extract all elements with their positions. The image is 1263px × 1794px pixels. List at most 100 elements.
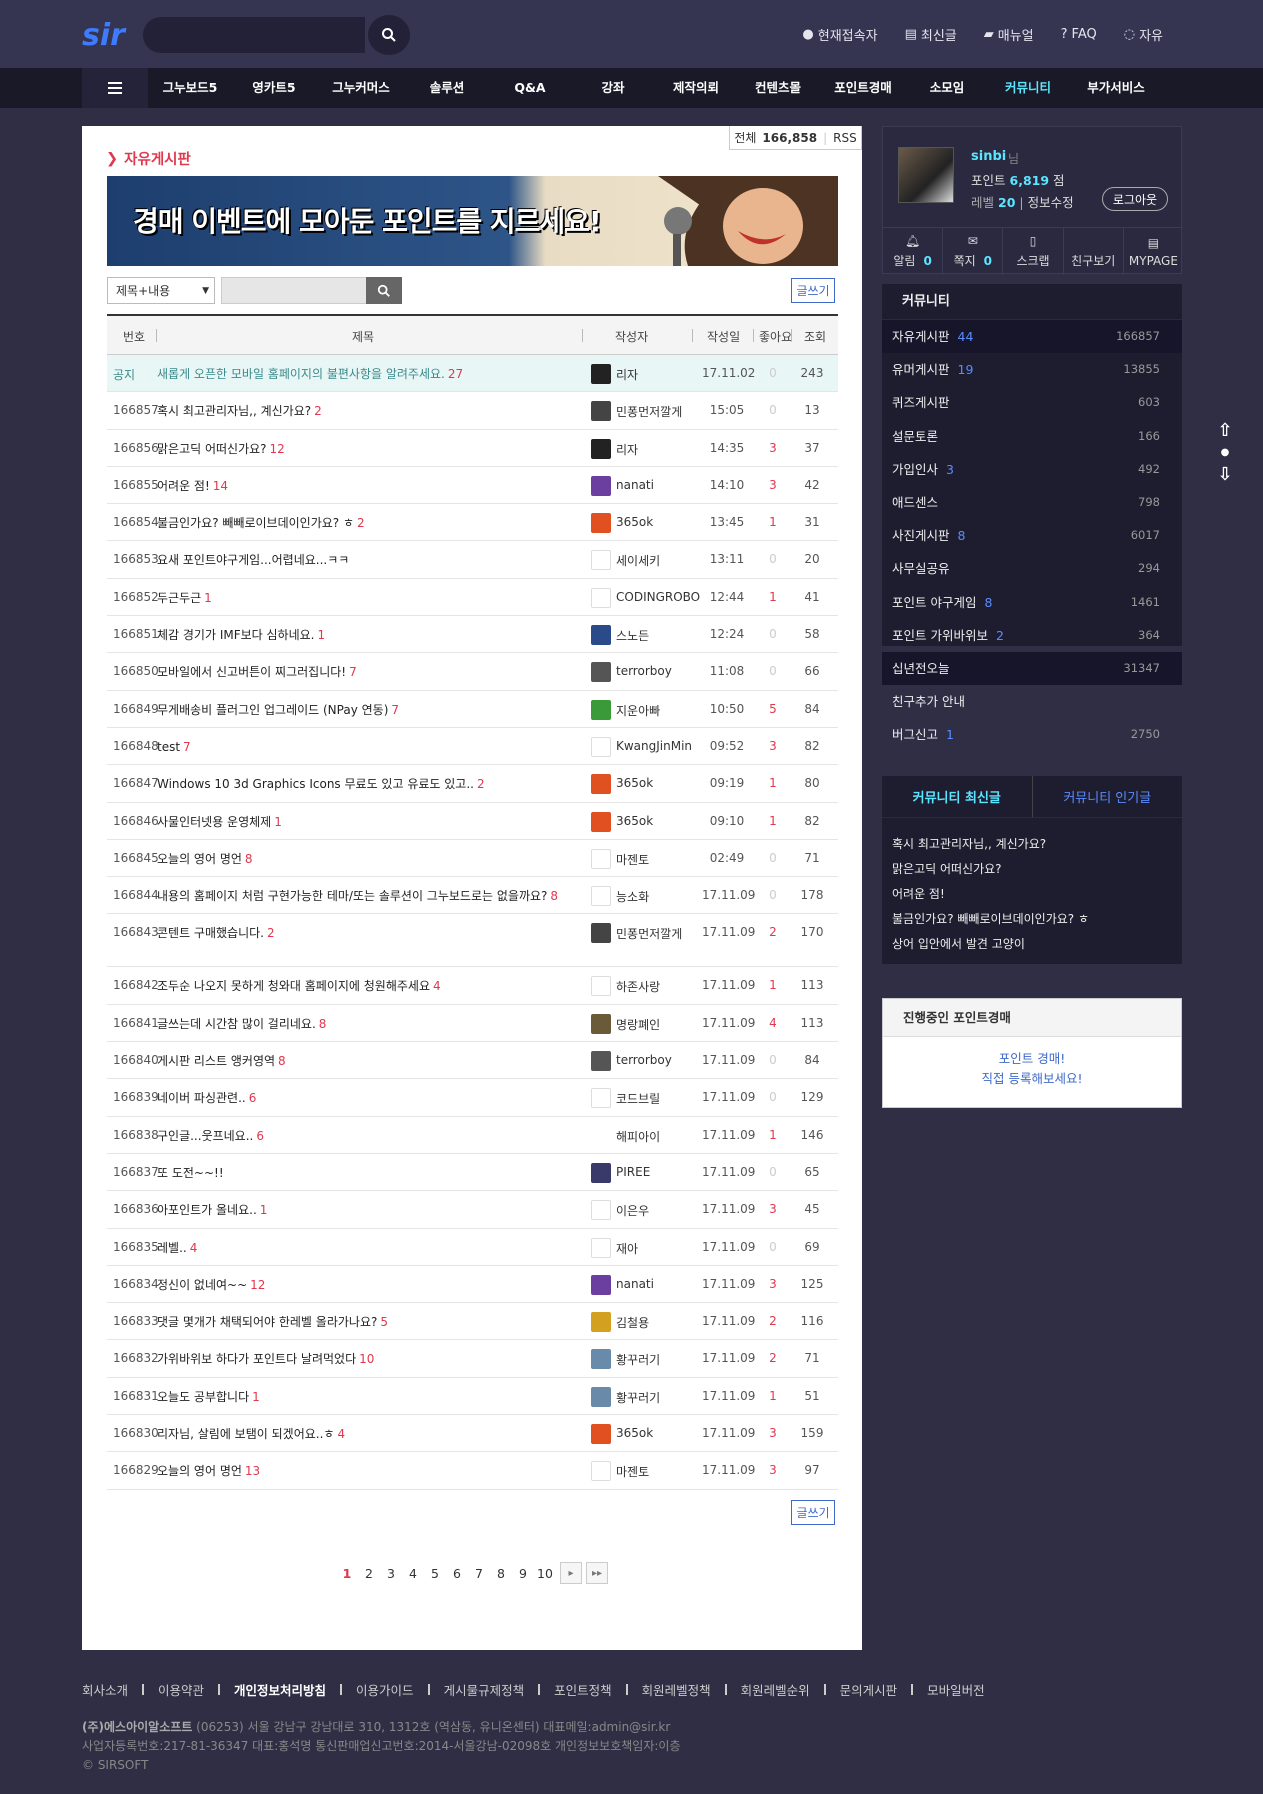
post-writer[interactable]: 365ok xyxy=(616,1426,653,1440)
latest-link[interactable]: ▤ 최신글 xyxy=(905,25,957,44)
footer-link[interactable]: 이용약관 xyxy=(158,1680,204,1699)
post-writer[interactable]: nanati xyxy=(616,1277,654,1291)
notification-shortcut[interactable]: 🔔︎ 알림 0 xyxy=(883,228,944,275)
post-writer[interactable]: 재아 xyxy=(616,1240,638,1257)
nav-gnucommerce[interactable]: 그누커머스 xyxy=(316,68,406,108)
sir-logo[interactable]: sir xyxy=(82,17,128,53)
tab-latest[interactable]: 커뮤니티 최신글 xyxy=(882,776,1032,817)
post-writer[interactable]: 365ok xyxy=(616,776,653,790)
footer-link[interactable]: 모바일버전 xyxy=(927,1680,985,1699)
post-writer[interactable]: 황꾸러기 xyxy=(616,1351,660,1368)
post-writer[interactable]: 민퐁먼저깔게 xyxy=(616,403,682,420)
table-row[interactable]: 166857 혹시 최고관리자님,, 계신가요? 2 민퐁먼저깔게 15:05 0 13 xyxy=(107,392,838,430)
mypage-shortcut[interactable]: ▤ MYPAGE xyxy=(1124,228,1183,275)
manual-link[interactable]: ▰ 매뉴얼 xyxy=(984,25,1034,44)
table-row[interactable]: 166853 요새 포인트야구게임...어렵네요...ㅋㅋ 세이세키 13:11 0 20 xyxy=(107,541,838,579)
post-subject[interactable]: 어려운 점! 14 xyxy=(157,478,567,494)
post-writer[interactable]: 지운아빠 xyxy=(616,702,660,719)
page-link[interactable]: 4 xyxy=(402,1566,424,1581)
post-writer[interactable]: terrorboy xyxy=(616,664,672,678)
table-row[interactable]: 166834 정신이 없네여~~ 12 nanati 17.11.09 3 125 xyxy=(107,1266,838,1304)
write-button-top[interactable]: 글쓰기 xyxy=(791,278,835,303)
community-item[interactable]: 유머게시판 19 13855 xyxy=(882,353,1182,386)
post-subject[interactable]: 글쓰는데 시간참 많이 걸리네요. 8 xyxy=(157,1016,567,1032)
community-item[interactable]: 사무실공유 294 xyxy=(882,552,1182,585)
community-item[interactable]: 가입인사 3 492 xyxy=(882,453,1182,486)
nav-youngcart5[interactable]: 영카트5 xyxy=(232,68,316,108)
post-subject[interactable]: 사물인터넷용 운영체제 1 xyxy=(157,814,567,830)
community-item[interactable]: 십년전오늘 31347 xyxy=(882,651,1182,686)
community-item[interactable]: 버그신고 1 2750 xyxy=(882,718,1182,751)
post-subject[interactable]: 게시판 리스트 앵커영역 8 xyxy=(157,1053,567,1069)
board-title[interactable]: ❯ 자유게시판 xyxy=(106,148,191,169)
post-writer[interactable]: 마젠토 xyxy=(616,851,649,868)
post-subject[interactable]: 댓글 몇개가 채택되어야 한레벨 올라가나요? 5 xyxy=(157,1314,567,1330)
table-row[interactable]: 166851 체감 경기가 IMF보다 심하네요. 1 스노든 12:24 0 58 xyxy=(107,616,838,654)
post-subject[interactable]: 오늘의 영어 명언 13 xyxy=(157,1463,567,1479)
post-writer[interactable]: 능소화 xyxy=(616,888,649,905)
scrap-shortcut[interactable]: ▯ 스크랩 xyxy=(1003,228,1064,275)
table-row[interactable]: 166841 글쓰는데 시간참 많이 걸리네요. 8 명랑폐인 17.11.09 4 113 xyxy=(107,1005,838,1043)
nav-extra-services[interactable]: 부가서비스 xyxy=(1070,68,1162,108)
community-item[interactable]: 친구추가 안내 xyxy=(882,685,1182,718)
page-link[interactable]: 2 xyxy=(358,1566,380,1581)
post-writer[interactable]: KwangJinMin xyxy=(616,739,692,753)
nav-request[interactable]: 제작의뢰 xyxy=(654,68,738,108)
table-row[interactable]: 166839 네이버 파싱관련.. 6 코드브릴 17.11.09 0 129 xyxy=(107,1079,838,1117)
search-field-select[interactable]: 제목+내용 ▼ xyxy=(107,277,215,304)
col-date[interactable]: 작성일 xyxy=(707,328,740,345)
post-subject[interactable]: 혹시 최고관리자님,, 계신가요? 2 xyxy=(157,403,567,419)
write-button-bottom[interactable]: 글쓰기 xyxy=(791,1500,835,1525)
page-link[interactable]: 9 xyxy=(512,1566,534,1581)
post-subject[interactable]: 모바일에서 신고버튼이 찌그러집니다! 7 xyxy=(157,664,567,680)
post-subject[interactable]: 정신이 없네여~~ 12 xyxy=(157,1277,567,1293)
table-row[interactable]: 166843 콘텐트 구매했습니다. 2 민퐁먼저깔게 17.11.09 2 170 xyxy=(107,914,838,968)
search-button[interactable] xyxy=(368,15,410,55)
page-link[interactable]: 7 xyxy=(468,1566,490,1581)
auction-register-link[interactable]: 포인트 경매! 직접 등록해보세요! xyxy=(883,1037,1181,1089)
post-subject[interactable]: test 7 xyxy=(157,739,567,755)
table-row[interactable]: 166845 오늘의 영어 명언 8 마젠토 02:49 0 71 xyxy=(107,840,838,878)
post-writer[interactable]: 리자 xyxy=(616,366,638,383)
post-writer[interactable]: 스노든 xyxy=(616,627,649,644)
nav-community[interactable]: 커뮤니티 xyxy=(986,68,1070,108)
footer-link[interactable]: 게시물규제정책 xyxy=(444,1680,525,1699)
latest-post-link[interactable]: 어려운 점! xyxy=(892,882,1172,907)
post-writer[interactable]: PIREE xyxy=(616,1165,650,1179)
table-row[interactable]: 166849 무게배송비 플러그인 업그레이드 (NPay 연동) 7 지운아빠 10:… xyxy=(107,691,838,728)
post-subject[interactable]: 아포인트가 올네요.. 1 xyxy=(157,1202,567,1218)
event-banner[interactable]: 경매 이벤트에 모아둔 포인트를 지르세요! xyxy=(107,176,838,266)
logout-button[interactable]: 로그아웃 xyxy=(1102,187,1168,211)
nav-club[interactable]: 소모임 xyxy=(908,68,986,108)
edit-profile-link[interactable]: 정보수정 xyxy=(1028,195,1074,210)
post-writer[interactable]: nanati xyxy=(616,478,654,492)
search-input[interactable] xyxy=(143,17,365,53)
latest-post-link[interactable]: 맑은고딕 어떠신가요? xyxy=(892,857,1172,882)
post-subject[interactable]: 체감 경기가 IMF보다 심하네요. 1 xyxy=(157,627,567,643)
nav-point-auction[interactable]: 포인트경매 xyxy=(818,68,908,108)
post-writer[interactable]: 민퐁먼저깔게 xyxy=(616,925,682,942)
post-subject[interactable]: 가위바위보 하다가 포인트다 날려먹었다 10 xyxy=(157,1351,567,1367)
post-subject[interactable]: 네이버 파싱관련.. 6 xyxy=(157,1090,567,1106)
table-row[interactable]: 166852 두근두근 1 CODINGROBO 12:44 1 41 xyxy=(107,579,838,617)
footer-link[interactable]: 문의게시판 xyxy=(840,1680,898,1699)
table-row[interactable]: 166847 Windows 10 3d Graphics Icons 무료도 있… xyxy=(107,765,838,803)
post-subject[interactable]: 내용의 홈페이지 처럼 구현가능한 테마/또는 솔루션이 그누보드로는 없을까요… xyxy=(157,888,567,904)
post-writer[interactable]: 365ok xyxy=(616,814,653,828)
post-writer[interactable]: 명랑폐인 xyxy=(616,1016,660,1033)
table-row[interactable]: 166855 어려운 점! 14 nanati 14:10 3 42 xyxy=(107,467,838,505)
post-subject[interactable]: 구인글...웃프네요.. 6 xyxy=(157,1128,567,1144)
post-subject[interactable]: 레벨.. 4 xyxy=(157,1240,567,1256)
post-writer[interactable]: 황꾸러기 xyxy=(616,1389,660,1406)
nav-gnuboard5[interactable]: 그누보드5 xyxy=(148,68,232,108)
table-row[interactable]: 166831 오늘도 공부합니다 1 황꾸러기 17.11.09 1 51 xyxy=(107,1378,838,1416)
table-row[interactable]: 166837 또 도전~~!! PIREE 17.11.09 0 65 xyxy=(107,1154,838,1192)
footer-link[interactable]: 회사소개 xyxy=(82,1680,128,1699)
post-subject[interactable]: 요새 포인트야구게임...어렵네요...ㅋㅋ xyxy=(157,552,567,568)
post-writer[interactable]: 365ok xyxy=(616,515,653,529)
table-row[interactable]: 166850 모바일에서 신고버튼이 찌그러집니다! 7 terrorboy 11:08… xyxy=(107,653,838,691)
post-writer[interactable]: 세이세키 xyxy=(616,552,660,569)
table-row[interactable]: 166838 구인글...웃프네요.. 6 해피아이 17.11.09 1 146 xyxy=(107,1117,838,1154)
table-row[interactable]: 166844 내용의 홈페이지 처럼 구현가능한 테마/또는 솔루션이 그누보드로… xyxy=(107,877,838,915)
friends-shortcut[interactable]: 친구보기 xyxy=(1064,228,1124,275)
